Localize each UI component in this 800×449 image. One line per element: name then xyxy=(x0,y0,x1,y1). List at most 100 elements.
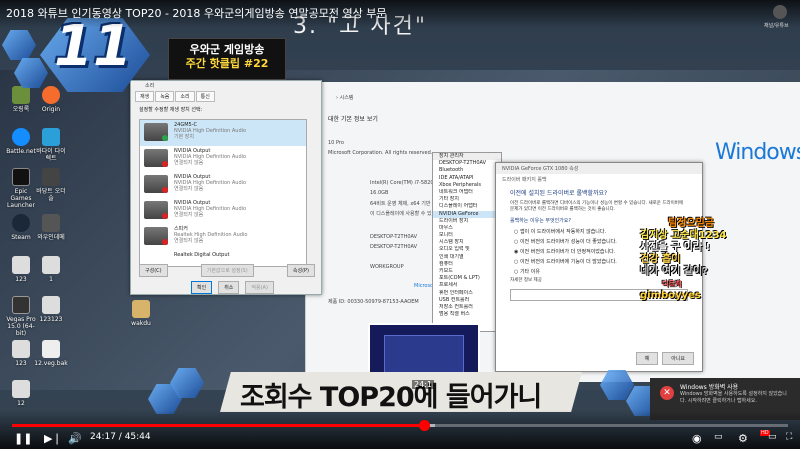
device-tree-item[interactable]: 디스플레이 어댑터 xyxy=(433,203,501,210)
video-title[interactable]: 2018 와튜브 인기동영상 TOP20 - 2018 우와군의게임방송 연말공… xyxy=(6,5,386,21)
device-tree-item[interactable]: 네트워크 어댑터 xyxy=(433,189,501,196)
device-tree-item[interactable]: IDE ATA/ATAPI xyxy=(433,175,501,182)
chat-message: 김지상 고순대1234 xyxy=(640,230,727,241)
device-tree-item[interactable]: 시스템 장치 xyxy=(433,239,501,246)
desktop-icon: Steam xyxy=(4,214,38,241)
app-icon xyxy=(42,168,60,186)
volume-icon[interactable]: 🔊 xyxy=(68,432,82,445)
apply-button[interactable]: 적용(A) xyxy=(245,281,274,294)
file-icon xyxy=(42,340,60,358)
desktop-icon: 바다이 다이렉트 xyxy=(34,128,68,162)
desktop-icon: 123123 xyxy=(34,296,68,323)
device-tree[interactable]: DESKTOP-T2TH0AV Bluetooth IDE ATA/ATAPI Xbo… xyxy=(433,160,501,318)
chat-message: gimboyyes xyxy=(640,290,701,301)
desktop-icon: Vegas Pro 15.0 (64-bit) xyxy=(4,296,38,337)
device-tree-item[interactable]: 모니터 xyxy=(433,232,501,239)
device-item[interactable]: 24GM5-C NVIDIA High Definition Audio 기본 장치 xyxy=(140,120,306,146)
default-check-icon xyxy=(162,135,168,141)
dialog-subtitle: 드라이버 패키지 롤백 xyxy=(496,174,702,185)
chat-message: 사진을 구 이라 ! xyxy=(640,242,711,253)
device-list[interactable]: 24GM5-C NVIDIA High Definition Audio 기본 장치… xyxy=(139,119,307,267)
no-button[interactable]: 아니요 xyxy=(662,352,694,365)
preview-timestamp: 24:1 xyxy=(412,380,435,389)
fullscreen-icon[interactable]: ⛶ xyxy=(786,432,792,442)
device-tree-item[interactable]: Bluetooth xyxy=(433,167,501,174)
toast-title: Windows 방화벽 사용 xyxy=(680,384,739,391)
dialog-actions: 확인 취소 적용(A) xyxy=(191,281,274,294)
device-item[interactable]: 스피커 Realtek High Definition Audio 연결되지 않음 xyxy=(140,224,306,250)
steam-icon xyxy=(12,214,30,232)
folder-icon xyxy=(132,300,150,318)
device-item[interactable]: NVIDIA Output NVIDIA High Definition Audi… xyxy=(140,198,306,224)
set-default-button[interactable]: 기본값으로 설정(S) xyxy=(200,264,254,277)
caption-text: 조회수 TOP20에 들어가니 xyxy=(240,382,542,413)
device-tree-item[interactable]: 인쇄 대기열 xyxy=(433,254,501,261)
settings-gear-icon[interactable]: ⚙ xyxy=(738,432,748,445)
yes-button[interactable]: 예 xyxy=(635,352,659,365)
device-tree-item[interactable]: 저장소 컨트롤러 xyxy=(433,304,501,311)
page-title: 대한 기본 정보 보기 xyxy=(328,116,378,123)
play-icon[interactable]: ❚❚ xyxy=(14,432,32,445)
tab-sounds[interactable]: 소리 xyxy=(175,91,195,102)
device-tree-item[interactable]: 마우스 xyxy=(433,225,501,232)
sys-info-line: Microsoft Corporation. All rights reserv… xyxy=(328,150,433,156)
chat-message: 팀정으믿금 xyxy=(668,218,714,229)
desktop-icon: 123 xyxy=(4,256,38,283)
battlenet-icon xyxy=(12,128,30,146)
device-item[interactable]: NVIDIA Output NVIDIA High Definition Audi… xyxy=(140,172,306,198)
disconnected-icon xyxy=(162,213,168,219)
ok-button[interactable]: 확인 xyxy=(191,281,213,294)
player-control-bar xyxy=(0,410,800,449)
device-item[interactable]: NVIDIA Output NVIDIA High Definition Audi… xyxy=(140,146,306,172)
toast-body: Windows 방화벽을 사용하도록 설정하지 않았습니다. 시작하려면 클릭하… xyxy=(680,391,787,404)
properties-button[interactable]: 속성(P) xyxy=(286,264,315,277)
badge-line: 우와군 게임방송 xyxy=(189,43,265,56)
dialog-title: NVIDIA GeForce GTX 1080 속성 xyxy=(496,163,702,174)
channel-name[interactable]: 채널/유튜브 xyxy=(764,22,789,29)
subtitles-icon[interactable]: ▭ xyxy=(714,432,723,442)
progress-scrubber[interactable] xyxy=(419,420,431,431)
device-tree-item[interactable]: 휴먼 인터페이스 xyxy=(433,290,501,297)
sys-info-line: 64비트 운영 체제, x64 기반 xyxy=(370,201,431,207)
desktop-icon: 123 xyxy=(4,340,38,367)
tab-communications[interactable]: 통신 xyxy=(195,91,215,102)
chat-message: 디트캐 xyxy=(662,280,682,288)
configure-button[interactable]: 구성(C) xyxy=(139,264,168,277)
device-tree-item[interactable]: 컴퓨터 xyxy=(433,261,501,268)
device-tree-item[interactable]: 오디오 입력 및 xyxy=(433,246,501,253)
device-manager-window: 장치 관리자 DESKTOP-T2TH0AV Bluetooth IDE ATA/A… xyxy=(432,152,502,332)
device-tree-item[interactable]: NVIDIA GeForce xyxy=(433,210,501,218)
sys-info-line: 10 Pro xyxy=(328,140,344,146)
player-top-bar: 2018 와튜브 인기동영상 TOP20 - 2018 우와군의게임방송 연말공… xyxy=(0,0,800,29)
channel-avatar[interactable] xyxy=(773,5,787,19)
desktop-icon: 12 xyxy=(4,380,38,407)
time-display: 24:17 / 45:44 xyxy=(90,432,151,442)
chat-overlay: 팀정으믿금 김지상 고순대1234 사진을 구 이라 ! 건강 흡이 네가 여기… xyxy=(640,218,790,302)
device-tree-item[interactable]: 범용 직렬 버스 xyxy=(433,311,501,318)
sys-info-line: DESKTOP-T2TH0AV xyxy=(370,244,418,250)
epic-games-icon xyxy=(12,168,30,186)
device-tree-item[interactable]: Xbox Peripherals xyxy=(433,182,501,189)
next-icon[interactable]: ▶❘ xyxy=(44,432,62,445)
device-tree-item[interactable]: 포트(COM & LPT) xyxy=(433,275,501,282)
device-tree-item[interactable]: 프로세서 xyxy=(433,282,501,289)
cancel-button[interactable]: 취소 xyxy=(218,281,240,294)
device-tree-item[interactable]: USB 컨트롤러 xyxy=(433,297,501,304)
file-icon xyxy=(12,256,30,274)
dialog-actions: 예 아니요 xyxy=(635,352,694,365)
autoplay-toggle-icon[interactable]: ◉ xyxy=(692,432,702,445)
theater-mode-icon[interactable]: ▭ xyxy=(768,432,777,442)
device-tree-item[interactable]: 기타 장치 xyxy=(433,196,501,203)
progress-bar[interactable]: 24:1 xyxy=(12,380,788,431)
desktop-icon: 바당트 오더슬 xyxy=(34,168,68,202)
device-item[interactable]: Realtek Digital Output xyxy=(140,250,306,264)
device-tree-item[interactable]: 키보드 xyxy=(433,268,501,275)
device-tree-item[interactable]: 드라이버 장치 xyxy=(433,218,501,225)
dialog-paragraph: 이전 드라이버로 롤백하면 디바이스의 기능이나 성능이 변할 수 있습니다. … xyxy=(510,201,684,212)
disconnected-icon xyxy=(162,239,168,245)
sys-info-line: WORKGROUP xyxy=(370,264,404,270)
windows-logo: Windows xyxy=(715,140,800,165)
desktop-icon: Epic Games Launcher xyxy=(4,168,38,209)
video-frame[interactable]: 오링록 Origin Battle.net 바다이 다이렉트 Epic Game… xyxy=(0,0,800,449)
device-tree-item[interactable]: DESKTOP-T2TH0AV xyxy=(433,160,501,167)
